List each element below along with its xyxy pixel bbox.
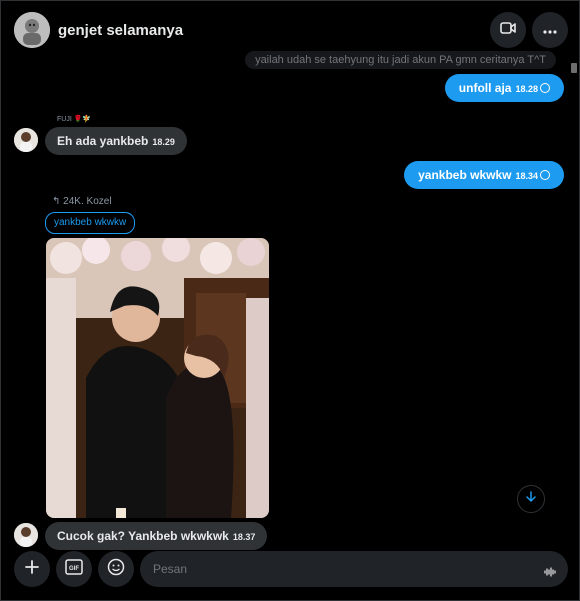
- message-text: yankbeb wkwkw: [418, 168, 512, 182]
- video-camera-icon: [500, 21, 516, 40]
- gif-icon: GIF: [65, 558, 83, 580]
- quoted-reply[interactable]: yailah udah se taehyung itu jadi akun PA…: [245, 51, 556, 69]
- svg-text:GIF: GIF: [69, 566, 79, 572]
- reply-meta-text: 24K. Kozel: [63, 196, 112, 207]
- page-title[interactable]: genjet selamanya: [58, 22, 183, 39]
- sticker-icon: [107, 558, 125, 581]
- reply-meta: ↰ 24K. Kozel: [52, 196, 112, 207]
- sender-name: FUJI 🌹🧚: [57, 116, 92, 123]
- message-time: 18.28: [515, 84, 538, 94]
- avatar[interactable]: [14, 128, 38, 152]
- reply-arrow-icon: ↰: [52, 196, 61, 207]
- message-bubble-incoming[interactable]: Cucok gak? Yankbeb wkwkwk 18.37: [45, 522, 268, 550]
- avatar[interactable]: [14, 523, 38, 547]
- composer: GIF: [0, 548, 580, 601]
- plus-icon: [25, 559, 39, 579]
- sticker-button[interactable]: [98, 551, 134, 587]
- more-options-button[interactable]: [532, 12, 568, 48]
- add-media-button[interactable]: [14, 551, 50, 587]
- message-input[interactable]: [140, 551, 568, 587]
- voice-wave-icon: [544, 564, 556, 581]
- more-horizontal-icon: [543, 21, 557, 39]
- message-bubble-outgoing[interactable]: unfoll aja 18.28: [444, 74, 564, 102]
- voice-record-button[interactable]: [544, 564, 556, 582]
- arrow-down-icon: [525, 490, 537, 508]
- scroll-to-bottom-button[interactable]: [517, 485, 545, 513]
- message-text: unfoll aja: [458, 81, 512, 95]
- message-text: Eh ada yankbeb: [57, 134, 149, 148]
- reply-chip[interactable]: yankbeb wkwkw: [45, 212, 136, 234]
- sent-check-icon: [540, 169, 550, 180]
- message-time: 18.37: [232, 532, 256, 542]
- message-bubble-incoming[interactable]: Eh ada yankbeb 18.29: [45, 127, 187, 155]
- message-time: 18.29: [152, 137, 175, 147]
- video-call-button[interactable]: [490, 12, 526, 48]
- avatar[interactable]: [14, 12, 50, 48]
- message-time: 18.34: [515, 171, 538, 181]
- scrollbar[interactable]: [571, 60, 577, 73]
- message-text: Cucok gak? Yankbeb wkwkwk: [57, 529, 229, 543]
- shared-photo[interactable]: [46, 238, 269, 518]
- message-bubble-outgoing[interactable]: yankbeb wkwkw 18.34: [404, 161, 564, 189]
- sent-check-icon: [540, 82, 550, 93]
- gif-button[interactable]: GIF: [56, 551, 92, 587]
